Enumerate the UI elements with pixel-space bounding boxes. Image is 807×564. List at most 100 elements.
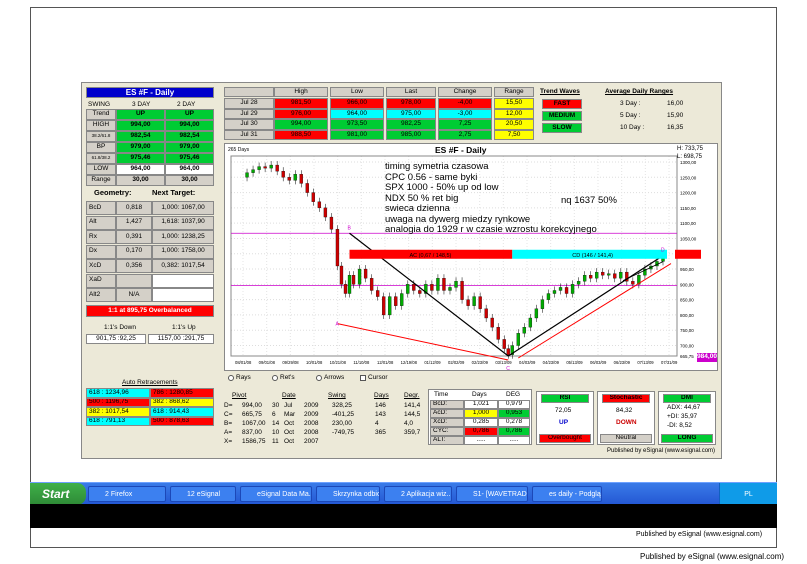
candle-body <box>317 201 322 209</box>
retrace-left: 618 : 791,13 <box>86 416 150 426</box>
rsi-title: RSI <box>541 394 589 403</box>
price-cell-high: 994,00 <box>274 119 328 130</box>
pivot-cell: Oct <box>284 420 295 427</box>
radio-circle[interactable] <box>228 375 234 382</box>
pivot-cell: 143 <box>375 411 386 418</box>
candle-body <box>582 275 587 282</box>
swing-row-label: Trend <box>86 109 116 120</box>
start-button[interactable]: Start <box>30 483 86 505</box>
tool-radio-cursor[interactable]: Cursor <box>360 374 388 382</box>
radio-label: Ret's <box>280 374 295 381</box>
y-tick-label: 1150,00 <box>680 206 696 211</box>
candle-body <box>546 293 551 300</box>
geometry-row-target <box>152 288 214 302</box>
price-cell-low: 964,00 <box>330 108 384 119</box>
radio-circle[interactable] <box>316 375 322 382</box>
retrace-left: 618 : 1234,96 <box>86 388 150 398</box>
pivot-cell: Oct <box>284 438 295 445</box>
lang-indicator[interactable]: PL <box>744 491 753 498</box>
radio-label: Cursor <box>368 374 388 381</box>
annotation-line: SPX 1000 - 50% up od low <box>385 182 499 193</box>
timebox-header: DEG <box>506 391 521 398</box>
candle-body <box>466 299 470 306</box>
trendwaves-title: Trend Waves <box>540 88 580 95</box>
x-tick-label: 02/23/09 <box>472 360 489 365</box>
pivot-cell: Oct <box>284 429 295 436</box>
candle-body <box>382 296 386 316</box>
system-tray[interactable]: PL <box>719 483 777 505</box>
candle-body <box>613 273 617 279</box>
taskbar-item[interactable]: S1- [WAVETRAD... <box>456 486 528 502</box>
pivot-cell: D= <box>224 402 233 409</box>
price-cell-rng: 7,50 <box>494 129 534 140</box>
candle-body <box>263 166 267 169</box>
retrace-right: 500 : 878,63 <box>150 416 214 426</box>
annotation-line: timing symetria czasowa <box>385 161 489 172</box>
price-cell-high: 988,50 <box>274 129 328 140</box>
candle-body <box>311 192 315 202</box>
publish-bottom: Published by eSignal (www.esignal.com) <box>640 552 785 561</box>
pivot-cell: -749,75 <box>332 429 355 436</box>
next-target-title: Next Target: <box>152 188 196 197</box>
y-tick-label: 1200,00 <box>680 191 697 196</box>
x-tick-label: 07/31/09 <box>661 360 678 365</box>
candle-body <box>347 275 352 294</box>
taskbar-item[interactable]: 2 Aplikacja wiz... <box>384 486 452 502</box>
candle-body <box>287 177 291 181</box>
chart-area[interactable]: ES #F - Daily 265 Days H: 733,75 L: 698,… <box>224 143 718 372</box>
stoch-dir: DOWN <box>616 419 637 426</box>
price-cell-last: 982,25 <box>386 119 436 130</box>
candle-body <box>478 296 482 309</box>
dmi-panel: DMI ADX: 44,67 +DI: 35,97 -DI: 8,52 LONG <box>658 391 716 445</box>
taskbar-item[interactable]: Skrzynka odbiorc... <box>316 486 380 502</box>
pivot-cell: 328,25 <box>332 402 352 409</box>
price-row-date: Jul 28 <box>224 98 274 109</box>
tool-radio-arrows[interactable]: Arrows <box>316 374 344 382</box>
taskbar-item[interactable]: eSignal Data Ma... <box>240 486 312 502</box>
geometry-row-ratio: N/A <box>116 288 152 302</box>
overbalanced-alert: 1:1 at 895,75 Overbalanced <box>86 305 214 317</box>
candle-body <box>516 333 520 346</box>
pivot-cell: 146 <box>375 402 386 409</box>
candle-body <box>269 164 273 169</box>
price-header: Range <box>494 87 534 97</box>
candle-body <box>607 273 611 276</box>
y-tick-label: 1250,00 <box>680 175 697 180</box>
price-row-date: Jul 30 <box>224 119 274 130</box>
timebox-label: ALT: <box>430 436 464 445</box>
geometry-row-label: Alt2 <box>86 288 116 302</box>
candle-body <box>369 278 374 291</box>
stoch-state: Neutral <box>600 434 652 443</box>
tool-radio-rays[interactable]: Rays <box>228 374 251 382</box>
taskbar-item[interactable]: 12 eSignal <box>170 486 236 502</box>
dmi-state: LONG <box>661 434 713 443</box>
radio-circle[interactable] <box>272 375 278 382</box>
y-tick-label: 950,00 <box>680 267 694 272</box>
pivot-cell: 837,00 <box>242 429 262 436</box>
timebox-label: BcD: <box>430 400 464 409</box>
pivot-header: Pivot <box>232 392 247 399</box>
taskbar-item[interactable]: 2 Firefox <box>88 486 166 502</box>
pivot-cell: A= <box>224 429 233 436</box>
geometry-row-ratio <box>116 273 152 288</box>
pivot-cell: 30 <box>272 402 280 409</box>
geometry-row-ratio: 0,391 <box>116 230 152 244</box>
radio-circle[interactable] <box>360 375 366 382</box>
candle-body <box>490 317 494 328</box>
geometry-row-label: Rx <box>86 230 116 244</box>
tool-radio-rets[interactable]: Ret's <box>272 374 295 382</box>
candle-body <box>448 287 452 291</box>
timebox-days: 0,285 <box>464 418 498 427</box>
geometry-row-label: XaD <box>86 273 116 288</box>
candle-body <box>534 308 539 319</box>
taskbar-item[interactable]: es daily - Podglą... <box>532 486 602 502</box>
pivot-cell: 4 <box>375 420 379 427</box>
candle-body <box>281 171 285 178</box>
dmi-pdi: +DI: 35,97 <box>667 413 698 420</box>
pivot-cell: 4,0 <box>404 420 414 427</box>
pivot-cell: 2008 <box>304 420 319 427</box>
pivot-cell: 359,7 <box>404 429 421 436</box>
price-cell-chg: -3,00 <box>438 108 492 119</box>
geometry-row-label: Dx <box>86 244 116 259</box>
candle-body <box>506 348 510 355</box>
